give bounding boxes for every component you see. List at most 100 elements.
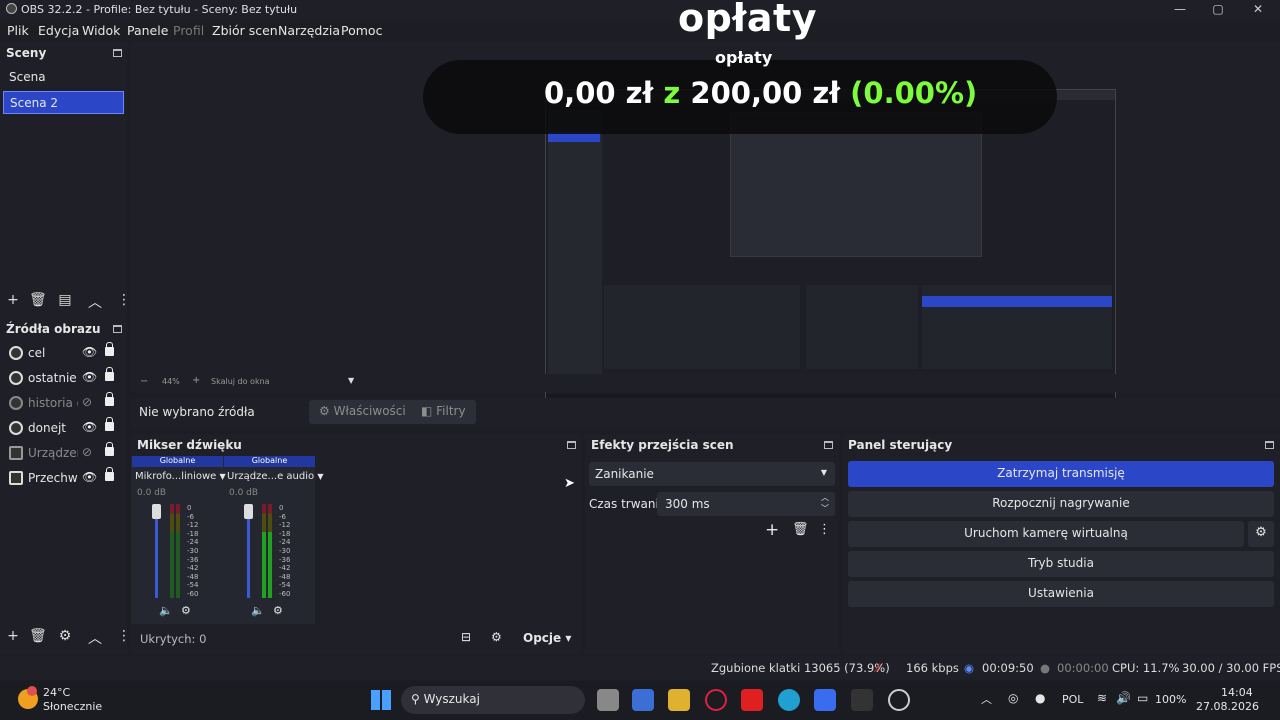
volume-icon[interactable]: 🔊	[1116, 691, 1131, 705]
clock-time[interactable]: 14:04	[1221, 686, 1253, 699]
lock-icon[interactable]	[105, 367, 114, 381]
wifi-icon[interactable]: ≋	[1097, 691, 1107, 705]
source-item[interactable]: Przechwy👁	[0, 467, 127, 491]
undock-icon[interactable]	[113, 325, 122, 333]
more-icon[interactable]: ⋮	[116, 292, 132, 308]
youtube-icon[interactable]	[741, 689, 763, 711]
studio-mode-button[interactable]: Tryb studia	[848, 551, 1274, 577]
add-icon[interactable]: +	[5, 628, 21, 644]
speaker-icon[interactable]: 🔈	[251, 604, 265, 617]
gear-icon[interactable]: ⚙	[57, 628, 73, 644]
lock-icon[interactable]	[105, 342, 114, 356]
menu-zbior-scen[interactable]: Zbiór scen	[212, 23, 278, 38]
maximize-button[interactable]: ▢	[1208, 2, 1228, 16]
volume-slider-handle[interactable]	[152, 504, 161, 519]
clock-date[interactable]: 27.08.2026	[1196, 700, 1259, 713]
menu-narzedzia[interactable]: Narzędzia	[278, 23, 340, 38]
overlay-title: opłaty	[678, 0, 817, 40]
eye-icon[interactable]: 👁	[82, 420, 97, 434]
file-explorer-icon[interactable]	[668, 689, 690, 711]
eye-hidden-icon[interactable]: ⊘	[82, 395, 92, 409]
start-virtual-camera-button[interactable]: Uruchom kamerę wirtualną	[848, 521, 1244, 547]
menu-panele[interactable]: Panele	[127, 23, 168, 38]
zoom-in-button[interactable]: +	[192, 375, 200, 386]
store-icon[interactable]	[632, 689, 654, 711]
obs-taskbar-icon[interactable]	[888, 689, 910, 711]
undock-icon[interactable]	[1265, 441, 1274, 449]
stop-streaming-button[interactable]: Zatrzymaj transmisję	[848, 461, 1274, 487]
tray-obs-icon[interactable]: ●	[1035, 691, 1045, 705]
channel-settings-icon[interactable]: ⚙	[273, 604, 283, 617]
source-item[interactable]: cel 👁	[0, 342, 127, 366]
filters-button[interactable]: ◧ Filtry	[411, 400, 476, 424]
app-icon[interactable]	[814, 689, 836, 711]
lock-icon[interactable]	[105, 392, 114, 406]
mouse-cursor-icon: ➤	[564, 476, 575, 491]
more-icon[interactable]: ⋮	[116, 628, 132, 644]
move-up-icon[interactable]: ︿	[87, 628, 103, 648]
edge-icon[interactable]	[778, 689, 800, 711]
weather-temp[interactable]: 24°C	[43, 686, 70, 699]
minimize-button[interactable]: —	[1170, 2, 1190, 16]
trash-icon[interactable]: 🗑	[792, 522, 809, 537]
sources-dock: Źródła obrazu cel👁 ostatnie👁 historia de…	[0, 318, 131, 654]
undock-icon[interactable]	[113, 49, 122, 57]
menu-plik[interactable]: Plik	[7, 23, 29, 38]
tray-app-icon[interactable]: ◎	[1008, 691, 1018, 705]
eye-icon[interactable]: 👁	[82, 345, 97, 359]
add-icon[interactable]: +	[765, 520, 779, 540]
more-icon[interactable]: ⋮	[818, 522, 831, 537]
undock-icon[interactable]	[824, 441, 833, 449]
menu-profil[interactable]: Profil	[173, 23, 204, 38]
settings-button[interactable]: Ustawienia	[848, 581, 1274, 607]
scene-item-selected[interactable]: Scena 2	[3, 91, 124, 114]
channel-name-select[interactable]: Urządze...e audio ▼	[227, 471, 323, 482]
speaker-icon[interactable]: 🔈	[159, 604, 173, 617]
language-indicator[interactable]: POL	[1062, 693, 1083, 706]
virtual-camera-settings-icon[interactable]: ⚙	[1248, 521, 1274, 547]
lock-icon[interactable]	[105, 417, 114, 431]
menu-pomoc[interactable]: Pomoc	[341, 23, 382, 38]
move-up-icon[interactable]: ︿	[87, 292, 103, 312]
add-icon[interactable]: +	[5, 292, 21, 308]
lock-icon[interactable]	[105, 467, 114, 481]
undock-icon[interactable]	[567, 441, 576, 449]
start-recording-button[interactable]: Rozpocznij nagrywanie	[848, 491, 1274, 517]
menu-widok[interactable]: Widok	[82, 23, 120, 38]
lock-icon[interactable]	[105, 442, 114, 456]
scene-item[interactable]: Scena	[3, 66, 124, 89]
source-item[interactable]: donejt 👁	[0, 417, 127, 441]
duration-input[interactable]: 300 ms ︿ ﹀	[657, 492, 835, 516]
tray-chevron-icon[interactable]: ︿	[981, 691, 992, 707]
options-button[interactable]: Opcje ▾	[523, 631, 571, 645]
preview-canvas[interactable]: opłaty 0,00 zł z 200,00 zł (0.00%)	[131, 42, 1280, 413]
menu-edycja[interactable]: Edycja	[38, 23, 79, 38]
eye-hidden-icon[interactable]: ⊘	[82, 445, 92, 459]
layout-icon[interactable]: ⊟	[461, 630, 471, 644]
advanced-audio-icon[interactable]: ⚙	[491, 630, 502, 644]
filter-icon[interactable]: ▤	[57, 292, 73, 308]
trash-icon[interactable]: 🗑	[29, 628, 47, 644]
close-button[interactable]: ✕	[1248, 2, 1268, 16]
properties-button[interactable]: ⚙ Właściwości	[309, 400, 416, 424]
zoom-out-button[interactable]: −	[140, 376, 148, 387]
channel-name-select[interactable]: Mikrofo...liniowe ▼	[135, 471, 226, 482]
trash-icon[interactable]: 🗑	[29, 292, 47, 308]
battery-icon[interactable]: ▭	[1137, 691, 1148, 705]
eye-icon[interactable]: 👁	[82, 370, 97, 384]
epic-games-icon[interactable]	[851, 689, 873, 711]
opera-icon[interactable]	[705, 689, 727, 711]
source-item[interactable]: historia de⊘	[0, 392, 127, 416]
transition-select[interactable]: Zanikanie ▼	[589, 462, 835, 486]
channel-settings-icon[interactable]: ⚙	[181, 604, 191, 617]
source-item[interactable]: ostatnie 👁	[0, 367, 127, 391]
start-windows-icon[interactable]	[371, 690, 391, 710]
task-view-icon[interactable]	[597, 689, 619, 711]
eye-icon[interactable]: 👁	[82, 470, 97, 484]
weather-desc[interactable]: Słonecznie	[43, 700, 102, 713]
taskbar-search[interactable]: ⚲ Wyszukaj	[401, 686, 585, 714]
volume-slider-handle[interactable]	[244, 504, 253, 519]
source-item[interactable]: Urządzeni⊘	[0, 442, 127, 466]
chevron-down-icon[interactable]: ▼	[348, 376, 354, 385]
scale-mode-select[interactable]: Skaluj do okna	[211, 377, 270, 386]
